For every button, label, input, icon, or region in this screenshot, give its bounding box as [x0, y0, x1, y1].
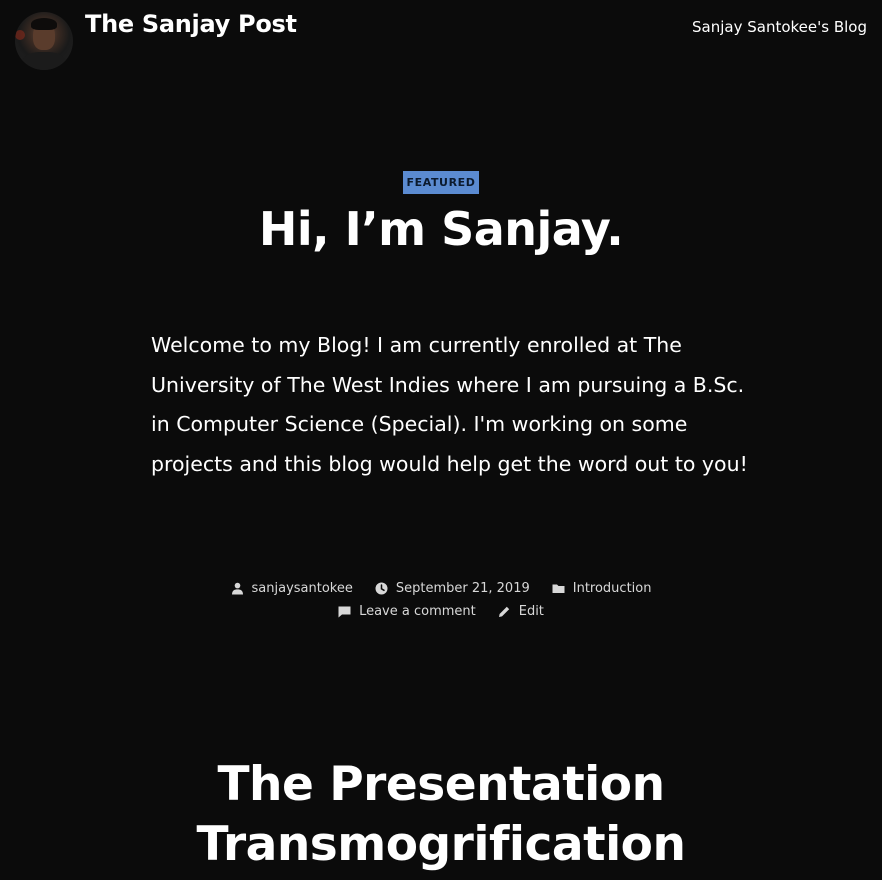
post-body: Welcome to my Blog! I am currently enrol…: [151, 333, 748, 476]
site-title-link[interactable]: The Sanjay Post: [85, 10, 297, 38]
avatar-photo-detail: [15, 30, 25, 40]
date-link[interactable]: September 21, 2019: [396, 581, 530, 596]
user-icon: [231, 582, 244, 595]
leave-comment-link[interactable]: Leave a comment: [359, 604, 476, 619]
author-link[interactable]: sanjaysantokee: [252, 581, 353, 596]
site-header: The Sanjay Post Sanjay Santokee's Blog: [0, 0, 882, 80]
avatar-photo-detail: [21, 52, 67, 70]
pencil-icon: [498, 605, 511, 618]
post-author: sanjaysantokee: [231, 581, 353, 596]
avatar-photo-detail: [31, 18, 57, 30]
post-edit: Edit: [498, 604, 544, 619]
featured-badge[interactable]: FEATURED: [403, 171, 479, 194]
clock-icon: [375, 582, 388, 595]
comment-icon: [338, 605, 351, 618]
post-title[interactable]: Hi, I’m Sanjay.: [0, 198, 882, 260]
post-meta-row: sanjaysantokee September 21, 2019 Introd…: [0, 578, 882, 598]
post-meta-row: Leave a comment Edit: [0, 601, 882, 621]
site-logo-avatar[interactable]: [15, 12, 73, 70]
category-link[interactable]: Introduction: [573, 581, 652, 596]
post-comments: Leave a comment: [338, 604, 476, 619]
next-post-title[interactable]: The Presentation Transmogrification: [0, 755, 882, 875]
post-date: September 21, 2019: [375, 581, 530, 596]
post-category: Introduction: [552, 581, 652, 596]
folder-icon: [552, 582, 565, 595]
edit-link[interactable]: Edit: [519, 604, 544, 619]
site-tagline: Sanjay Santokee's Blog: [692, 18, 867, 36]
